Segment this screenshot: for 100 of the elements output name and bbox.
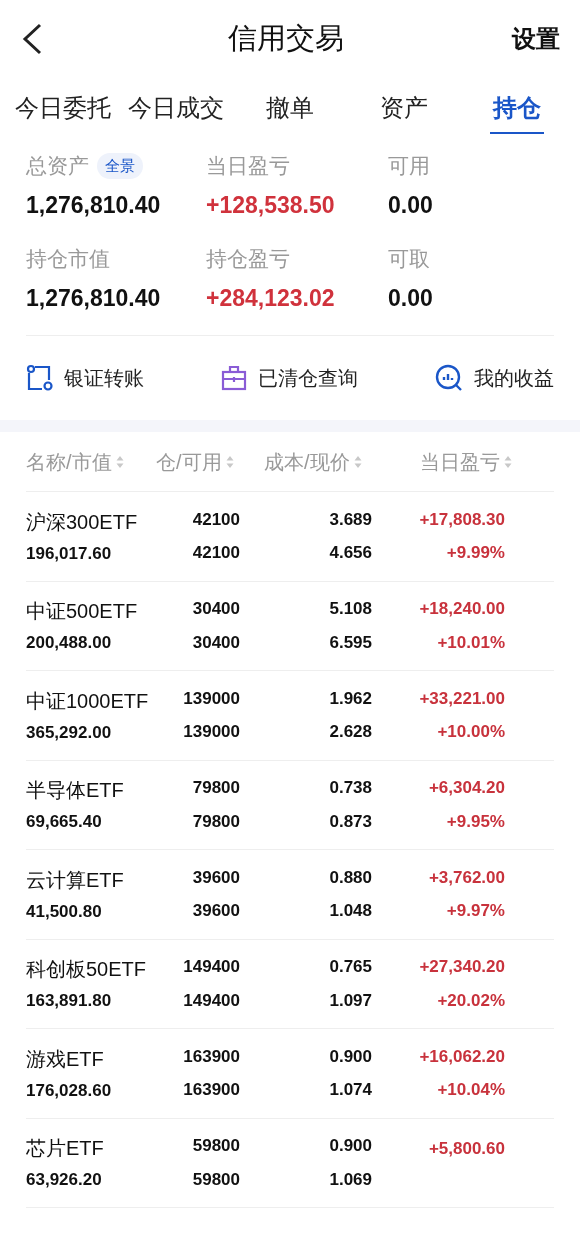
tab[interactable]: 今日委托 — [6, 86, 120, 134]
summary-value: +284,123.02 — [206, 283, 336, 313]
fund-name: 中证500ETF — [26, 599, 139, 624]
daily-gain: +27,340.20 — [419, 956, 505, 979]
fund-name: 中证1000ETF — [26, 688, 150, 714]
daily-gain: +33,221.00 — [419, 687, 505, 710]
current-price: 0.873 — [329, 810, 372, 833]
summary-label: 持仓市值 — [26, 245, 110, 272]
briefcase-icon — [220, 364, 248, 392]
summary-label: 当日盈亏 — [206, 153, 290, 180]
daily-gain: +16,062.20 — [419, 1045, 505, 1068]
fund-name: 科创板50ETF — [26, 957, 148, 982]
current-price: 1.074 — [329, 1079, 372, 1102]
current-price: 6.595 — [329, 631, 372, 654]
summary-label: 可取 — [388, 245, 430, 272]
cost-price: 5.108 — [329, 598, 372, 621]
current-price: 1.097 — [329, 989, 372, 1012]
fund-name: 沪深300ETF — [26, 509, 139, 535]
daily-gain-percent: +10.01% — [437, 631, 505, 654]
available-quantity: 79800 — [192, 810, 240, 833]
sort-icon — [353, 454, 362, 469]
daily-gain-percent: +9.99% — [446, 542, 505, 565]
market-value: 69,665.40 — [26, 811, 103, 833]
market-value: 365,292.00 — [26, 721, 113, 744]
action-button[interactable]: 已清仓查询 — [220, 363, 358, 393]
cost-price: 0.900 — [329, 1135, 372, 1158]
available-quantity: 163900 — [183, 1079, 240, 1102]
available-quantity: 149400 — [183, 989, 240, 1012]
position-quantity: 139000 — [183, 687, 240, 710]
daily-gain: +5,800.60 — [428, 1138, 505, 1160]
summary-label: 总资产 — [26, 153, 89, 180]
current-price: 1.048 — [329, 900, 372, 923]
cost-price: 0.738 — [329, 777, 372, 800]
holding-row[interactable]: 云计算ETF 41,500.80 39600 39600 0.880 1.048 +3,762.00 +9.97% — [26, 850, 554, 940]
fund-name: 半导体ETF — [26, 778, 125, 803]
holding-row[interactable]: 中证1000ETF 365,292.00 139000 139000 1.962 2.628 +33,221.00 +10.00% — [26, 671, 554, 761]
position-quantity: 79800 — [192, 777, 240, 800]
summary-value: 1,276,810.40 — [26, 283, 162, 313]
summary-value: 0.00 — [388, 283, 434, 313]
daily-gain-percent: +9.95% — [446, 810, 505, 833]
position-quantity: 59800 — [192, 1135, 240, 1158]
market-value: 163,891.80 — [26, 990, 113, 1012]
daily-gain-percent: +20.02% — [437, 989, 505, 1012]
fund-name: 云计算ETF — [26, 867, 125, 893]
available-quantity: 139000 — [183, 721, 240, 744]
summary-label: 持仓盈亏 — [206, 245, 290, 272]
position-quantity: 30400 — [192, 598, 240, 621]
holding-row[interactable]: 游戏ETF 176,028.60 163900 163900 0.900 1.074 +16,062.20 +10.04% — [26, 1029, 554, 1119]
market-value: 196,017.60 — [26, 542, 113, 565]
tab[interactable]: 持仓 — [460, 86, 574, 134]
market-value: 63,926.20 — [26, 1169, 103, 1191]
daily-gain-percent: +10.00% — [437, 721, 505, 744]
action-button[interactable]: 银证转账 — [26, 363, 144, 393]
fund-name: 芯片ETF — [26, 1136, 105, 1161]
current-price: 4.656 — [329, 542, 372, 565]
tab[interactable]: 今日成交 — [119, 86, 234, 134]
cost-price: 3.689 — [329, 508, 372, 531]
chart-search-icon — [434, 363, 464, 393]
available-quantity: 59800 — [192, 1168, 240, 1191]
position-quantity: 39600 — [192, 866, 240, 889]
page-title: 信用交易 — [228, 21, 344, 57]
transfer-icon — [26, 364, 54, 392]
daily-gain: +18,240.00 — [419, 598, 505, 621]
cost-price: 0.900 — [329, 1045, 372, 1068]
daily-gain: +6,304.20 — [428, 777, 505, 800]
summary-label: 可用 — [388, 153, 430, 180]
holding-row[interactable]: 科创板50ETF 163,891.80 149400 149400 0.765 1.097 +27,340.20 +20.02% — [26, 939, 554, 1029]
available-quantity: 42100 — [192, 542, 240, 565]
settings-link[interactable]: 设置 — [512, 21, 560, 57]
daily-gain-percent: +9.97% — [446, 900, 505, 923]
position-quantity: 42100 — [192, 508, 240, 531]
market-value: 41,500.80 — [26, 900, 103, 923]
sort-icon — [115, 454, 124, 469]
cost-price: 1.962 — [329, 687, 372, 710]
position-quantity: 163900 — [183, 1045, 240, 1068]
action-button[interactable]: 我的收益 — [434, 363, 554, 393]
fund-name: 游戏ETF — [26, 1046, 105, 1072]
position-quantity: 149400 — [183, 956, 240, 979]
holding-row[interactable]: 沪深300ETF 196,017.60 42100 42100 3.689 4.656 +17,808.30 +9.99% — [26, 492, 554, 582]
tab[interactable]: 撤单 — [233, 86, 347, 134]
current-price: 2.628 — [329, 721, 372, 744]
market-value: 176,028.60 — [26, 1079, 113, 1102]
available-quantity: 30400 — [192, 631, 240, 654]
overview-badge[interactable]: 全景 — [97, 152, 143, 180]
holding-row[interactable]: 芯片ETF 63,926.20 59800 59800 0.900 1.069 +5,800.60 — [26, 1118, 554, 1208]
cost-price: 0.765 — [329, 956, 372, 979]
summary-value: 0.00 — [388, 191, 434, 220]
tab[interactable]: 资产 — [346, 86, 461, 134]
daily-gain-percent: +10.04% — [437, 1079, 505, 1102]
summary-value: +128,538.50 — [206, 191, 336, 220]
holding-row[interactable]: 中证500ETF 200,488.00 30400 30400 5.108 6.595 +18,240.00 +10.01% — [26, 581, 554, 671]
daily-gain: +17,808.30 — [419, 508, 505, 531]
current-price: 1.069 — [329, 1168, 372, 1191]
available-quantity: 39600 — [192, 900, 240, 923]
back-icon[interactable] — [20, 22, 44, 56]
market-value: 200,488.00 — [26, 632, 113, 654]
holding-row[interactable]: 半导体ETF 69,665.40 79800 79800 0.738 0.873 +6,304.20 +9.95% — [26, 760, 554, 850]
cost-price: 0.880 — [329, 866, 372, 889]
sort-icon — [225, 454, 234, 469]
summary-value: 1,276,810.40 — [26, 191, 162, 220]
